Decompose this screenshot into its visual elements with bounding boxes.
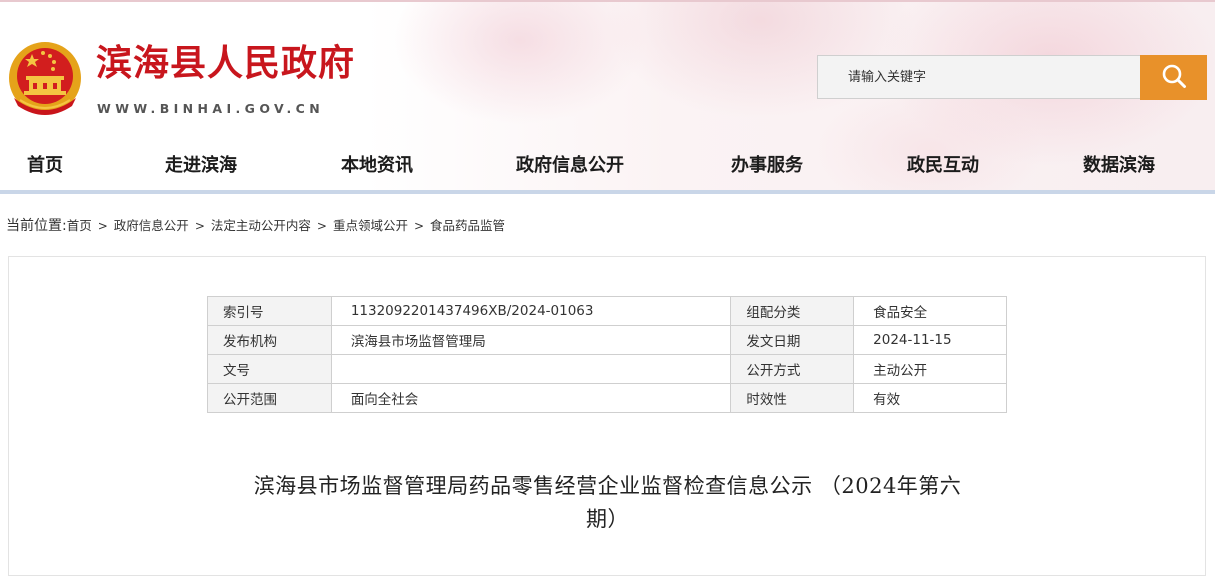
- meta-value: 有效: [853, 383, 1007, 413]
- breadcrumb-lead: 当前位置:: [6, 218, 67, 234]
- search-input[interactable]: [817, 55, 1141, 99]
- site-title[interactable]: 滨海县人民政府: [96, 42, 355, 86]
- meta-value: 113209220143749​6XB/2024-01063: [330, 296, 732, 326]
- meta-value: 滨海县市场监督管理局: [330, 325, 732, 355]
- meta-key: 时效性: [730, 383, 855, 413]
- meta-value: 面向全社会: [330, 383, 732, 413]
- nav-divider: [0, 190, 1215, 194]
- meta-value: 2024-11-15: [853, 325, 1007, 355]
- nav-item-gov-info[interactable]: 政府信息公开: [516, 146, 624, 186]
- document-meta-table: 索引号 113209220143749​6XB/2024-01063 组配分类 …: [207, 296, 1007, 413]
- article-title-line1: 滨海县市场监督管理局药品零售经营企业监督检查信息公示 （2024年第六: [253, 474, 962, 498]
- search-icon: [1161, 63, 1187, 92]
- search-button[interactable]: [1140, 55, 1207, 100]
- meta-key: 组配分类: [730, 296, 855, 326]
- breadcrumb-statutory[interactable]: 法定主动公开内容: [211, 218, 311, 233]
- nav-item-services[interactable]: 办事服务: [731, 146, 803, 186]
- meta-key: 公开范围: [207, 383, 332, 413]
- meta-key: 文号: [207, 354, 332, 384]
- meta-key: 发文日期: [730, 325, 855, 355]
- nav-item-news[interactable]: 本地资讯: [341, 146, 413, 186]
- breadcrumb-key-areas[interactable]: 重点领域公开: [333, 218, 408, 233]
- table-row: 发布机构 滨海县市场监督管理局 发文日期 2024-11-15: [207, 325, 1007, 355]
- nav-item-interaction[interactable]: 政民互动: [907, 146, 979, 186]
- meta-key: 索引号: [207, 296, 332, 326]
- breadcrumb-food-drug[interactable]: 食品药品监管: [430, 218, 505, 233]
- nav-item-home[interactable]: 首页: [27, 146, 63, 186]
- table-row: 文号 公开方式 主动公开: [207, 354, 1007, 384]
- breadcrumb-separator: >: [194, 219, 205, 233]
- site-domain: WWW.BINHAI.GOV.CN: [97, 101, 325, 116]
- main-nav: 首页 走进滨海 本地资讯 政府信息公开 办事服务 政民互动 数据滨海: [0, 146, 1215, 186]
- national-emblem-icon[interactable]: [6, 40, 84, 120]
- site-header: 滨海县人民政府 WWW.BINHAI.GOV.CN 首页 走进滨海 本地资讯 政…: [0, 0, 1215, 194]
- breadcrumb-separator: >: [316, 219, 327, 233]
- meta-value: 食品安全: [853, 296, 1007, 326]
- breadcrumb-gov-info[interactable]: 政府信息公开: [114, 218, 189, 233]
- breadcrumb-home[interactable]: 首页: [67, 218, 92, 233]
- nav-item-about[interactable]: 走进滨海: [165, 146, 237, 186]
- meta-value: [330, 354, 732, 384]
- meta-key: 发布机构: [207, 325, 332, 355]
- nav-item-data[interactable]: 数据滨海: [1083, 146, 1155, 186]
- meta-key: 公开方式: [730, 354, 855, 384]
- article-title-line2: 期）: [586, 507, 629, 531]
- breadcrumb-separator: >: [97, 219, 108, 233]
- meta-value: 主动公开: [853, 354, 1007, 384]
- table-row: 公开范围 面向全社会 时效性 有效: [207, 383, 1007, 413]
- table-row: 索引号 113209220143749​6XB/2024-01063 组配分类 …: [207, 296, 1007, 326]
- article-title: 滨海县市场监督管理局药品零售经营企业监督检查信息公示 （2024年第六 期）: [200, 470, 1015, 536]
- breadcrumb: 当前位置:首页 > 政府信息公开 > 法定主动公开内容 > 重点领域公开 > 食品药品监管: [6, 214, 505, 239]
- header-top-line: [0, 0, 1215, 2]
- breadcrumb-separator: >: [413, 219, 425, 233]
